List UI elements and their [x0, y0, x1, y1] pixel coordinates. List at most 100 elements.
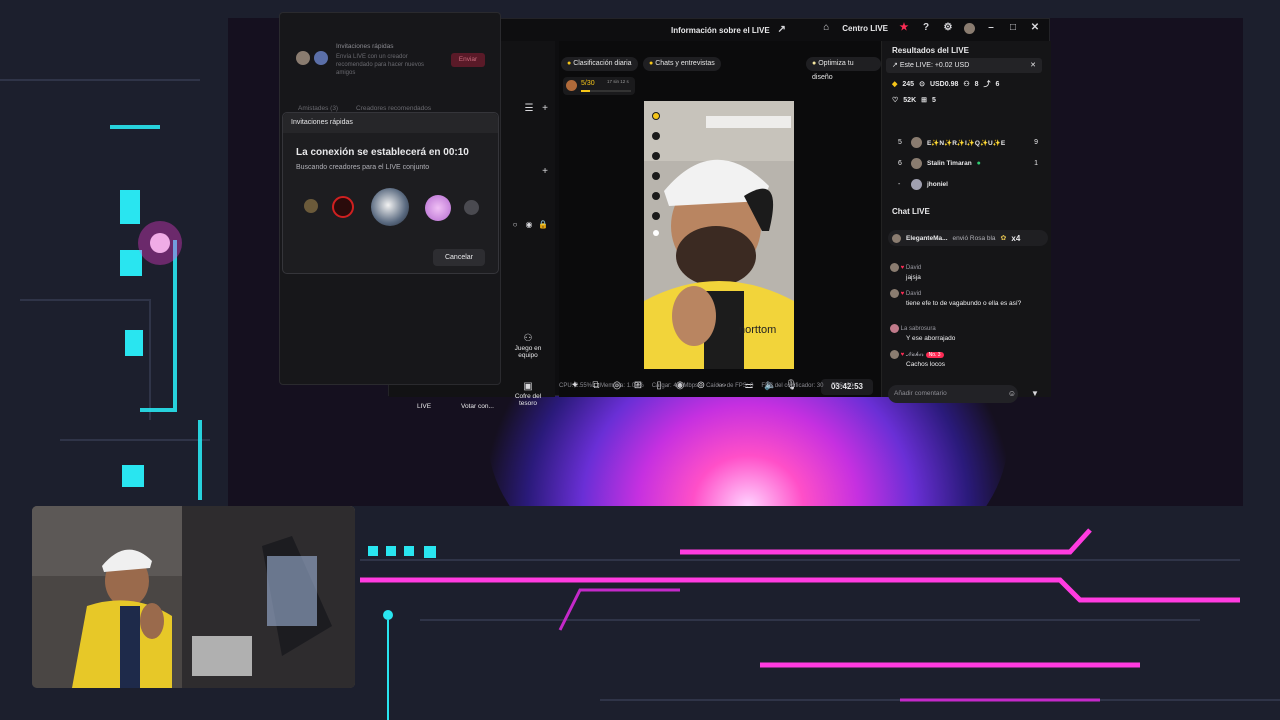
share-count-icon: ⤴ [983, 81, 991, 88]
coin-icon: ◆ [892, 81, 898, 88]
gifts-value: 5 [932, 96, 936, 104]
this-live-row: ↗ Este LIVE: +0.02 USD ✕ [886, 58, 1042, 73]
trophy-icon: ● [567, 60, 572, 67]
list-icon[interactable]: ☰ [523, 103, 535, 115]
window-title: Información sobre el LIVE [671, 25, 770, 35]
rose-icon: ✿ [1000, 235, 1007, 242]
team-play-button[interactable]: ⚇ Juego en equipo [507, 333, 549, 359]
rank: 6 [898, 160, 902, 167]
circle-icon[interactable]: ○ [509, 219, 521, 231]
chat-message: ♥ David tiene efe to de vagabundo o ella… [890, 289, 1036, 308]
progress-time: 17 sin 12 s [607, 79, 629, 84]
avatar [911, 137, 922, 148]
video-area: ● Clasificación diaria ● Chats y entrevi… [559, 41, 881, 397]
dialog-header: Invitaciones rápidas [283, 113, 498, 133]
fps-stat: FPS: 30 [831, 383, 854, 389]
progress-fill [581, 90, 590, 92]
chat-title: Chat LIVE [892, 207, 930, 216]
gear-icon[interactable]: ⚙ [942, 22, 954, 34]
optimize-pill[interactable]: ● Optimiza tu diseño [806, 57, 881, 81]
plus-icon[interactable]: + [539, 103, 551, 115]
gift-text: envió Rosa bla [952, 234, 996, 242]
chat-text: Y ese aborrajado [906, 335, 956, 342]
add-icon[interactable]: + [539, 166, 551, 178]
metrics-row-1: ◆ 245 ⊙ USD0.98 ⚇ 8 ⤴ 6 [892, 79, 999, 89]
treasure-chest-button[interactable]: ▣ Cofre del tesoro [507, 381, 549, 407]
connection-countdown: La conexión se establecerá en 00:10 [296, 147, 469, 158]
chat-text: tiene efe to de vagabundo o ella es así? [906, 300, 1022, 307]
leader-name: E✨N✨R✨I✨Q✨U✨E [927, 139, 1006, 147]
tab-vote[interactable]: Votar con... [461, 403, 494, 410]
gift-notification: EleganteMa... envió Rosa bla ✿ x4 [888, 230, 1048, 246]
eye-icon[interactable]: ◉ [523, 219, 535, 231]
chat-text: Cachos locos [906, 361, 946, 369]
filter-icon[interactable]: ▼ [1029, 388, 1041, 400]
leaderboard-row[interactable]: 6 Stalin Timaran ● 1 [898, 158, 1038, 169]
avatar [890, 289, 899, 298]
leader-name: Stalin Timaran [927, 160, 972, 167]
chat-username: La sabrosura [900, 326, 936, 333]
viewers-icon: ⚇ [963, 81, 970, 88]
progress-avatar [566, 80, 577, 91]
new-badge-icon[interactable]: ★ [898, 22, 910, 34]
rank-badge: No. 3 [925, 352, 944, 359]
cancel-button[interactable]: Cancelar [433, 249, 485, 266]
webcam-image [32, 506, 355, 688]
share-icon[interactable]: ↗ [776, 24, 788, 36]
streamer-video-image: norttom [644, 101, 794, 369]
badge-icon: ♥ [900, 352, 905, 359]
centro-live-link[interactable]: Centro LIVE [842, 24, 888, 33]
leader-score: 1 [1034, 160, 1038, 167]
encoder-fps-stat: FPS del codificador: 30 [761, 383, 824, 389]
chest-label: Cofre del tesoro [514, 393, 542, 407]
creator-avatar [304, 199, 318, 213]
creator-avatar [425, 195, 451, 221]
chat-username: David [905, 291, 922, 298]
load-stat: Cargar: 4.0 Mbps [651, 383, 699, 389]
searching-text: Buscando creadores para el LIVE conjunto [296, 164, 430, 171]
right-panel: Resultados del LIVE ↗ Este LIVE: +0.02 U… [881, 41, 1051, 403]
heart-icon: ♡ [892, 97, 899, 104]
minimize-icon[interactable]: – [985, 22, 997, 34]
coins-value: 245 [902, 80, 915, 88]
lock-icon[interactable]: 🔒 [537, 219, 549, 231]
chat-icon: ● [649, 60, 654, 67]
chat-username: David [905, 265, 922, 272]
creator-avatar [464, 200, 479, 215]
shares-value: 6 [995, 80, 1000, 88]
creator-avatar [371, 188, 409, 226]
dollar-icon: ⊙ [919, 81, 925, 88]
svg-text:norttom: norttom [739, 324, 776, 336]
leaderboard-row[interactable]: 5 E✨N✨R✨I✨Q✨U✨E 9 [898, 137, 1038, 148]
badge-icon: ♥ [900, 265, 905, 272]
leaderboard-row[interactable]: - jhoniel [898, 179, 1038, 190]
gift-count: x4 [1011, 233, 1021, 243]
avatar [314, 51, 328, 65]
progress-widget[interactable]: 5/30 17 sin 12 s [563, 77, 635, 95]
close-earnings-icon[interactable]: ✕ [1030, 58, 1036, 73]
comment-input[interactable]: Añadir comentario [888, 385, 1018, 403]
help-icon[interactable]: ? [920, 22, 932, 34]
daily-ranking-pill[interactable]: ● Clasificación diaria [561, 57, 638, 71]
chats-pill[interactable]: ● Chats y entrevistas [643, 57, 721, 71]
close-icon[interactable]: ✕ [1029, 22, 1041, 34]
tab-live[interactable]: LIVE [417, 403, 431, 410]
rank: 5 [898, 139, 902, 146]
tab-friends[interactable]: Amistades (3) [298, 105, 338, 112]
cpu-stat: CPU: 2.55% [559, 383, 593, 389]
performance-stats: CPU: 2.55% Memoria: 1.07% Cargar: 4.0 Mb… [559, 383, 853, 389]
maximize-icon[interactable]: □ [1007, 22, 1019, 34]
avatar[interactable] [964, 22, 975, 34]
rank: - [898, 181, 901, 188]
likes-value: 52K [903, 96, 917, 104]
avatar [296, 51, 310, 65]
verified-icon: ● [976, 160, 981, 167]
optimize-label: Optimiza tu diseño [812, 60, 854, 81]
home-icon[interactable]: ⌂ [820, 22, 832, 34]
memory-stat: Memoria: 1.07% [600, 383, 644, 389]
tab-recommended[interactable]: Creadores recomendados [356, 105, 431, 112]
team-icon: ⚇ [523, 333, 533, 344]
chats-label: Chats y entrevistas [655, 60, 715, 67]
emoji-icon[interactable]: ☺ [1006, 388, 1018, 400]
send-button[interactable]: Enviar [451, 53, 485, 67]
